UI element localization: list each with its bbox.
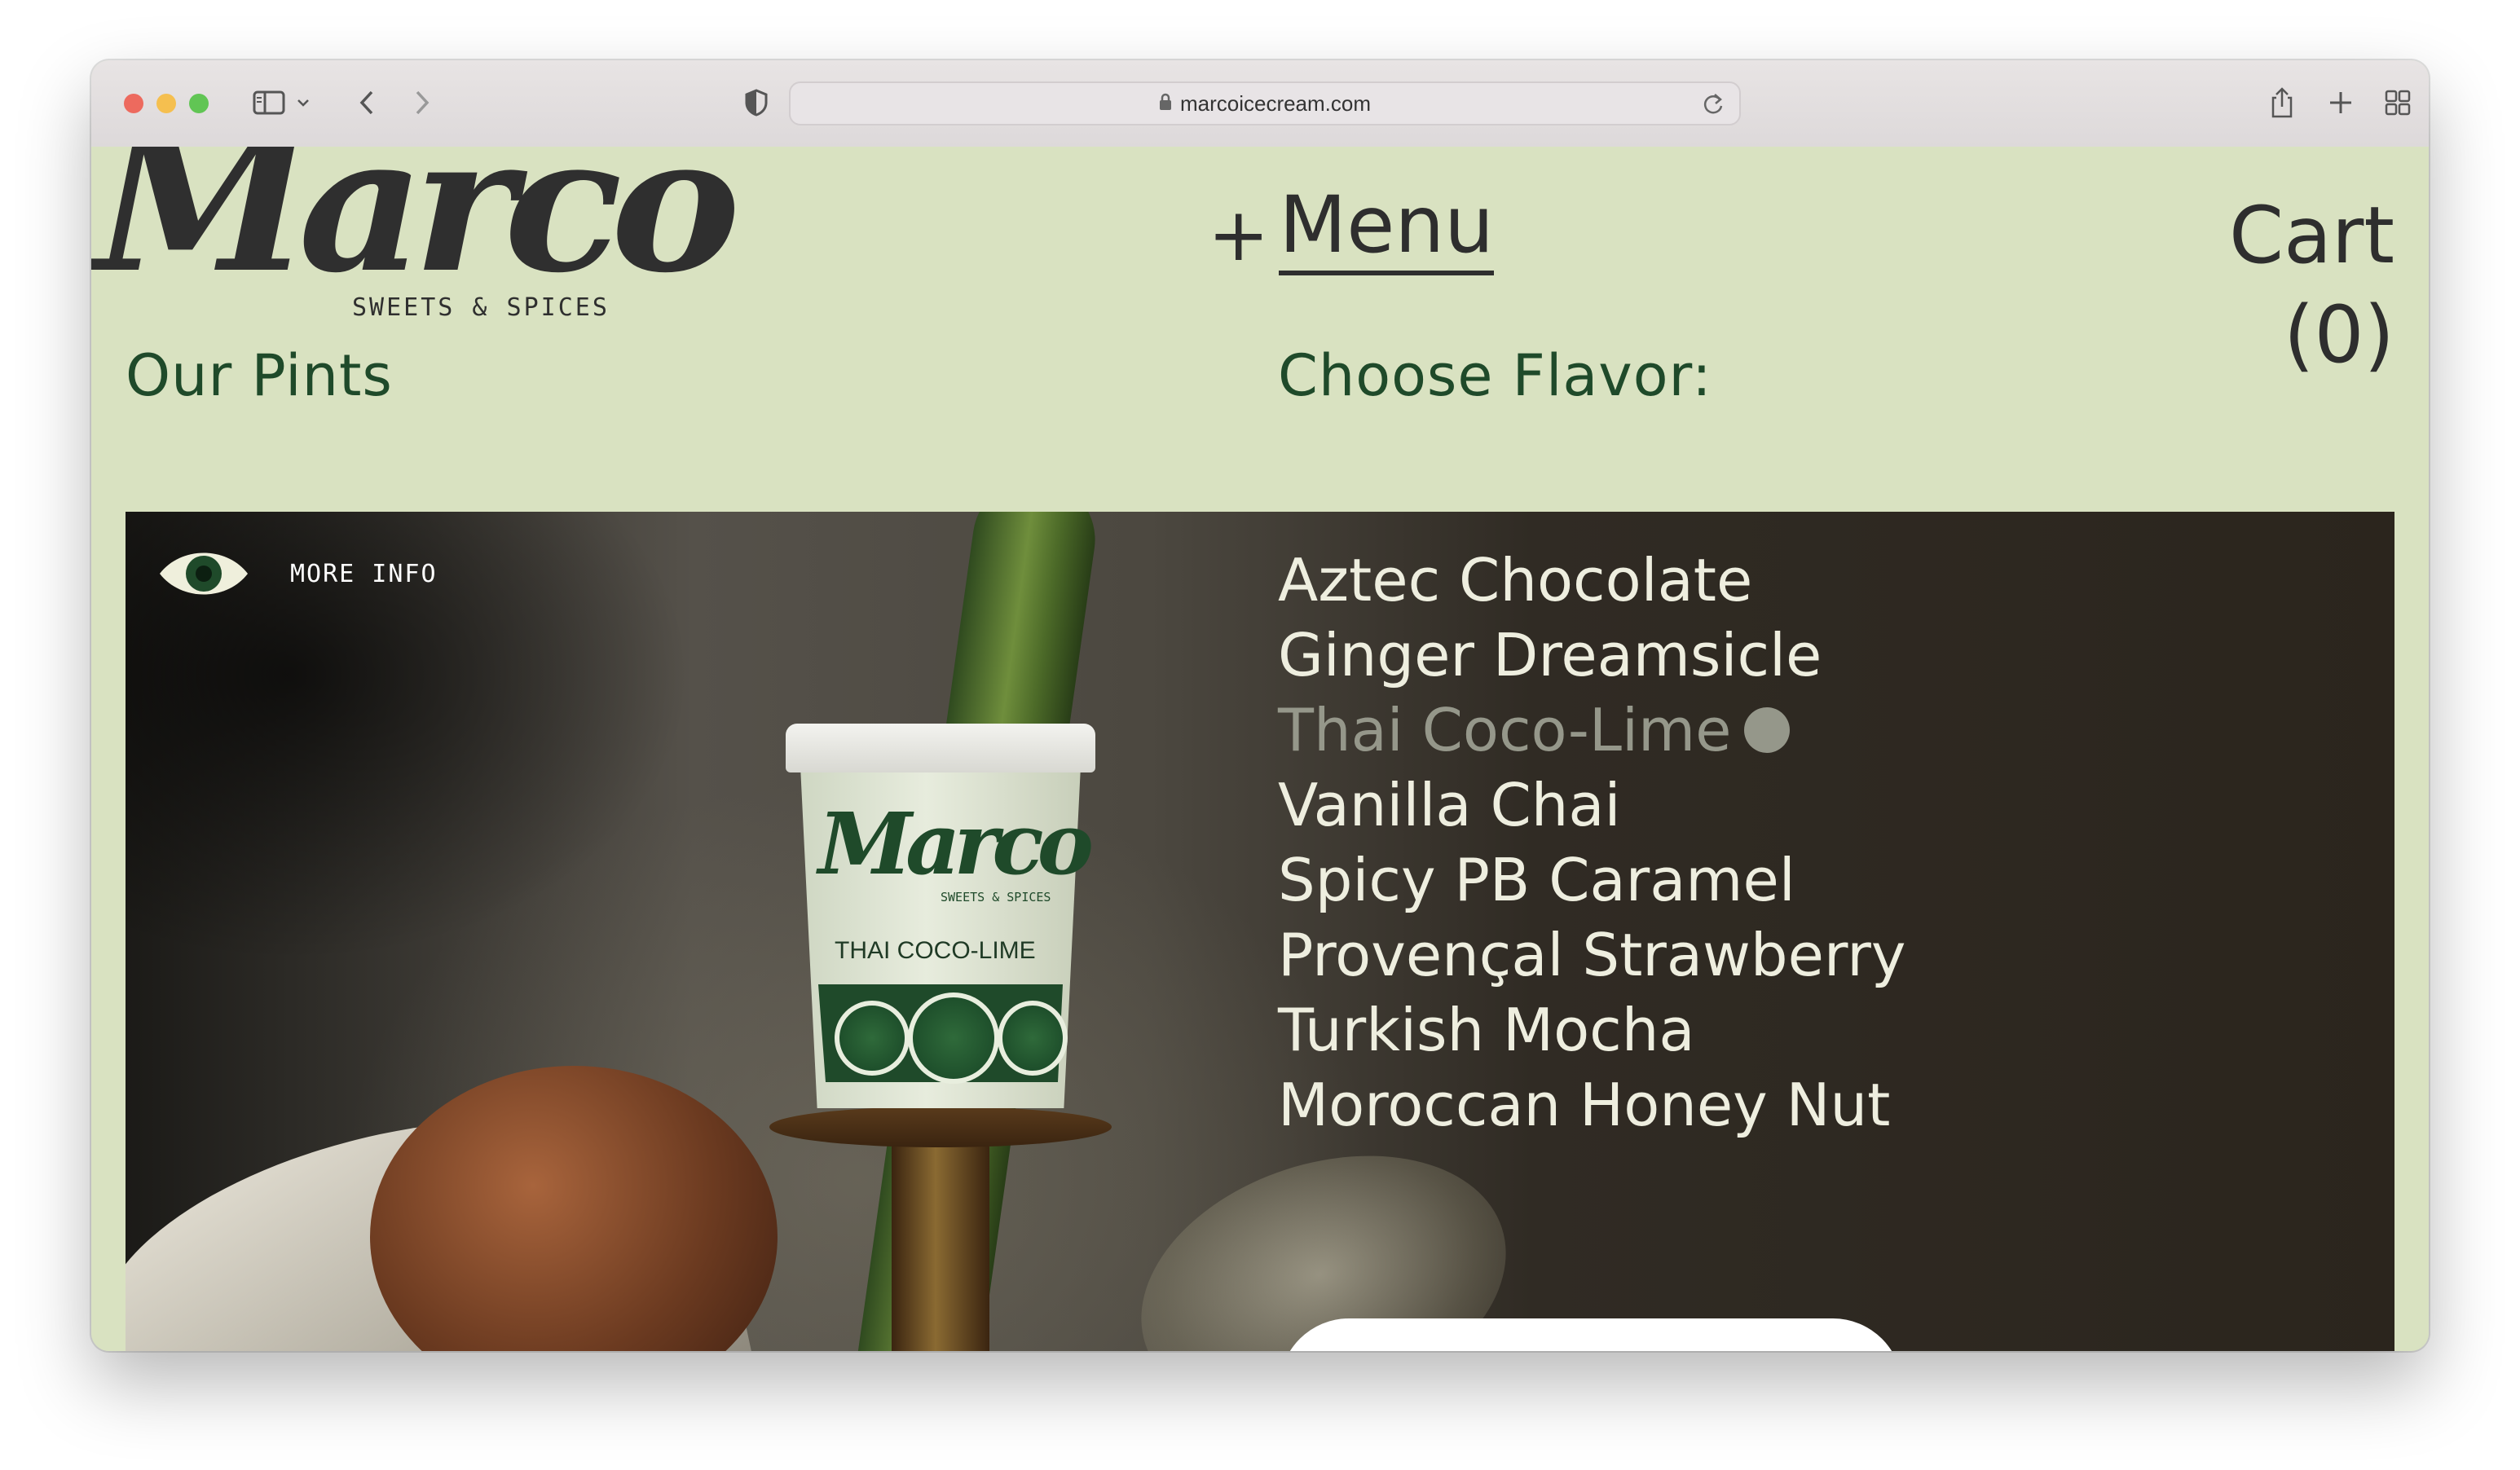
chevron-down-icon[interactable] — [293, 81, 313, 124]
lime-slice — [998, 1001, 1068, 1076]
flavor-item[interactable]: Vanilla Chai — [1278, 768, 1905, 843]
lime-slice — [908, 992, 999, 1084]
flavor-item[interactable]: Spicy PB Caramel — [1278, 843, 1905, 918]
pint-tagline: SWEETS & SPICES — [941, 890, 1051, 904]
page-content: Marco SWEETS & SPICES + Menu Cart (0) Ou… — [91, 147, 2429, 1351]
back-icon[interactable] — [350, 81, 383, 124]
forward-icon[interactable] — [406, 81, 438, 124]
maximize-window-button[interactable] — [189, 94, 209, 113]
flavor-item[interactable]: Turkish Mocha — [1278, 992, 1905, 1067]
tab-overview-icon[interactable] — [2380, 81, 2416, 124]
flavor-label: Vanilla Chai — [1278, 771, 1621, 839]
url-text: marcoicecream.com — [1179, 90, 1372, 116]
sidebar-icon[interactable] — [251, 81, 287, 124]
flavor-label: Turkish Mocha — [1278, 996, 1695, 1064]
flavor-item[interactable]: Ginger Dreamsicle — [1278, 618, 1905, 693]
reload-icon[interactable] — [1702, 91, 1725, 121]
privacy-shield-icon[interactable] — [740, 81, 773, 124]
more-info-button[interactable]: MORE INFO — [156, 543, 438, 605]
close-window-button[interactable] — [124, 94, 143, 113]
new-tab-icon[interactable] — [2323, 81, 2359, 124]
flavor-list: Aztec Chocolate Ginger Dreamsicle Thai C… — [1278, 543, 1905, 1142]
flavor-item[interactable]: Moroccan Honey Nut — [1278, 1067, 1905, 1142]
flavor-item[interactable]: Aztec Chocolate — [1278, 543, 1905, 618]
hero-product-image: Marco SWEETS & SPICES THAI COCO-LIME MOR… — [126, 512, 2394, 1351]
menu-button[interactable]: + Menu — [1208, 182, 1494, 278]
selected-indicator-dot — [1744, 707, 1791, 753]
more-info-label: MORE INFO — [290, 559, 438, 588]
flavor-label: Thai Coco-Lime — [1278, 696, 1732, 764]
crystal-glass — [1107, 1111, 1540, 1351]
share-icon[interactable] — [2264, 81, 2300, 124]
flavor-item[interactable]: Provençal Strawberry — [1278, 918, 1905, 992]
cart-count: (0) — [2284, 289, 2394, 381]
browser-toolbar: marcoicecream.com — [91, 60, 2429, 148]
flavor-label: Aztec Chocolate — [1278, 546, 1753, 614]
menu-label: Menu — [1279, 182, 1494, 275]
logo-wordmark: Marco — [95, 147, 741, 315]
eye-icon — [156, 543, 251, 605]
flavor-label: Spicy PB Caramel — [1278, 846, 1795, 914]
minimize-window-button[interactable] — [156, 94, 176, 113]
cart-label: Cart — [2229, 190, 2394, 281]
address-bar[interactable]: marcoicecream.com — [789, 81, 1741, 125]
pedestal-stem — [892, 1131, 989, 1351]
section-heading-choose-flavor: Choose Flavor: — [1278, 342, 1712, 409]
pint-lid — [786, 724, 1095, 772]
lime-slice — [835, 1001, 910, 1076]
pint-logo: Marco — [818, 794, 1094, 894]
flavor-label: Moroccan Honey Nut — [1278, 1071, 1891, 1139]
plus-icon: + — [1208, 191, 1270, 278]
lock-icon — [1159, 91, 1172, 117]
cart-link[interactable]: Cart (0) — [2229, 186, 2394, 385]
flavor-label: Provençal Strawberry — [1278, 921, 1906, 989]
browser-window: marcoicecream.com Marco SWEETS & SPICES … — [91, 60, 2429, 1351]
build-your-case-button[interactable]: Build Your Case — [1280, 1318, 1902, 1351]
pint-flavor-label: THAI COCO-LIME — [835, 937, 1036, 964]
coconut — [370, 1066, 778, 1351]
section-heading-our-pints: Our Pints — [126, 342, 393, 409]
logo-tagline: SWEETS & SPICES — [352, 293, 610, 322]
ice-cream-pint: Marco SWEETS & SPICES THAI COCO-LIME — [786, 724, 1095, 1115]
flavor-label: Ginger Dreamsicle — [1278, 621, 1822, 689]
flavor-item-selected[interactable]: Thai Coco-Lime — [1278, 693, 1905, 768]
